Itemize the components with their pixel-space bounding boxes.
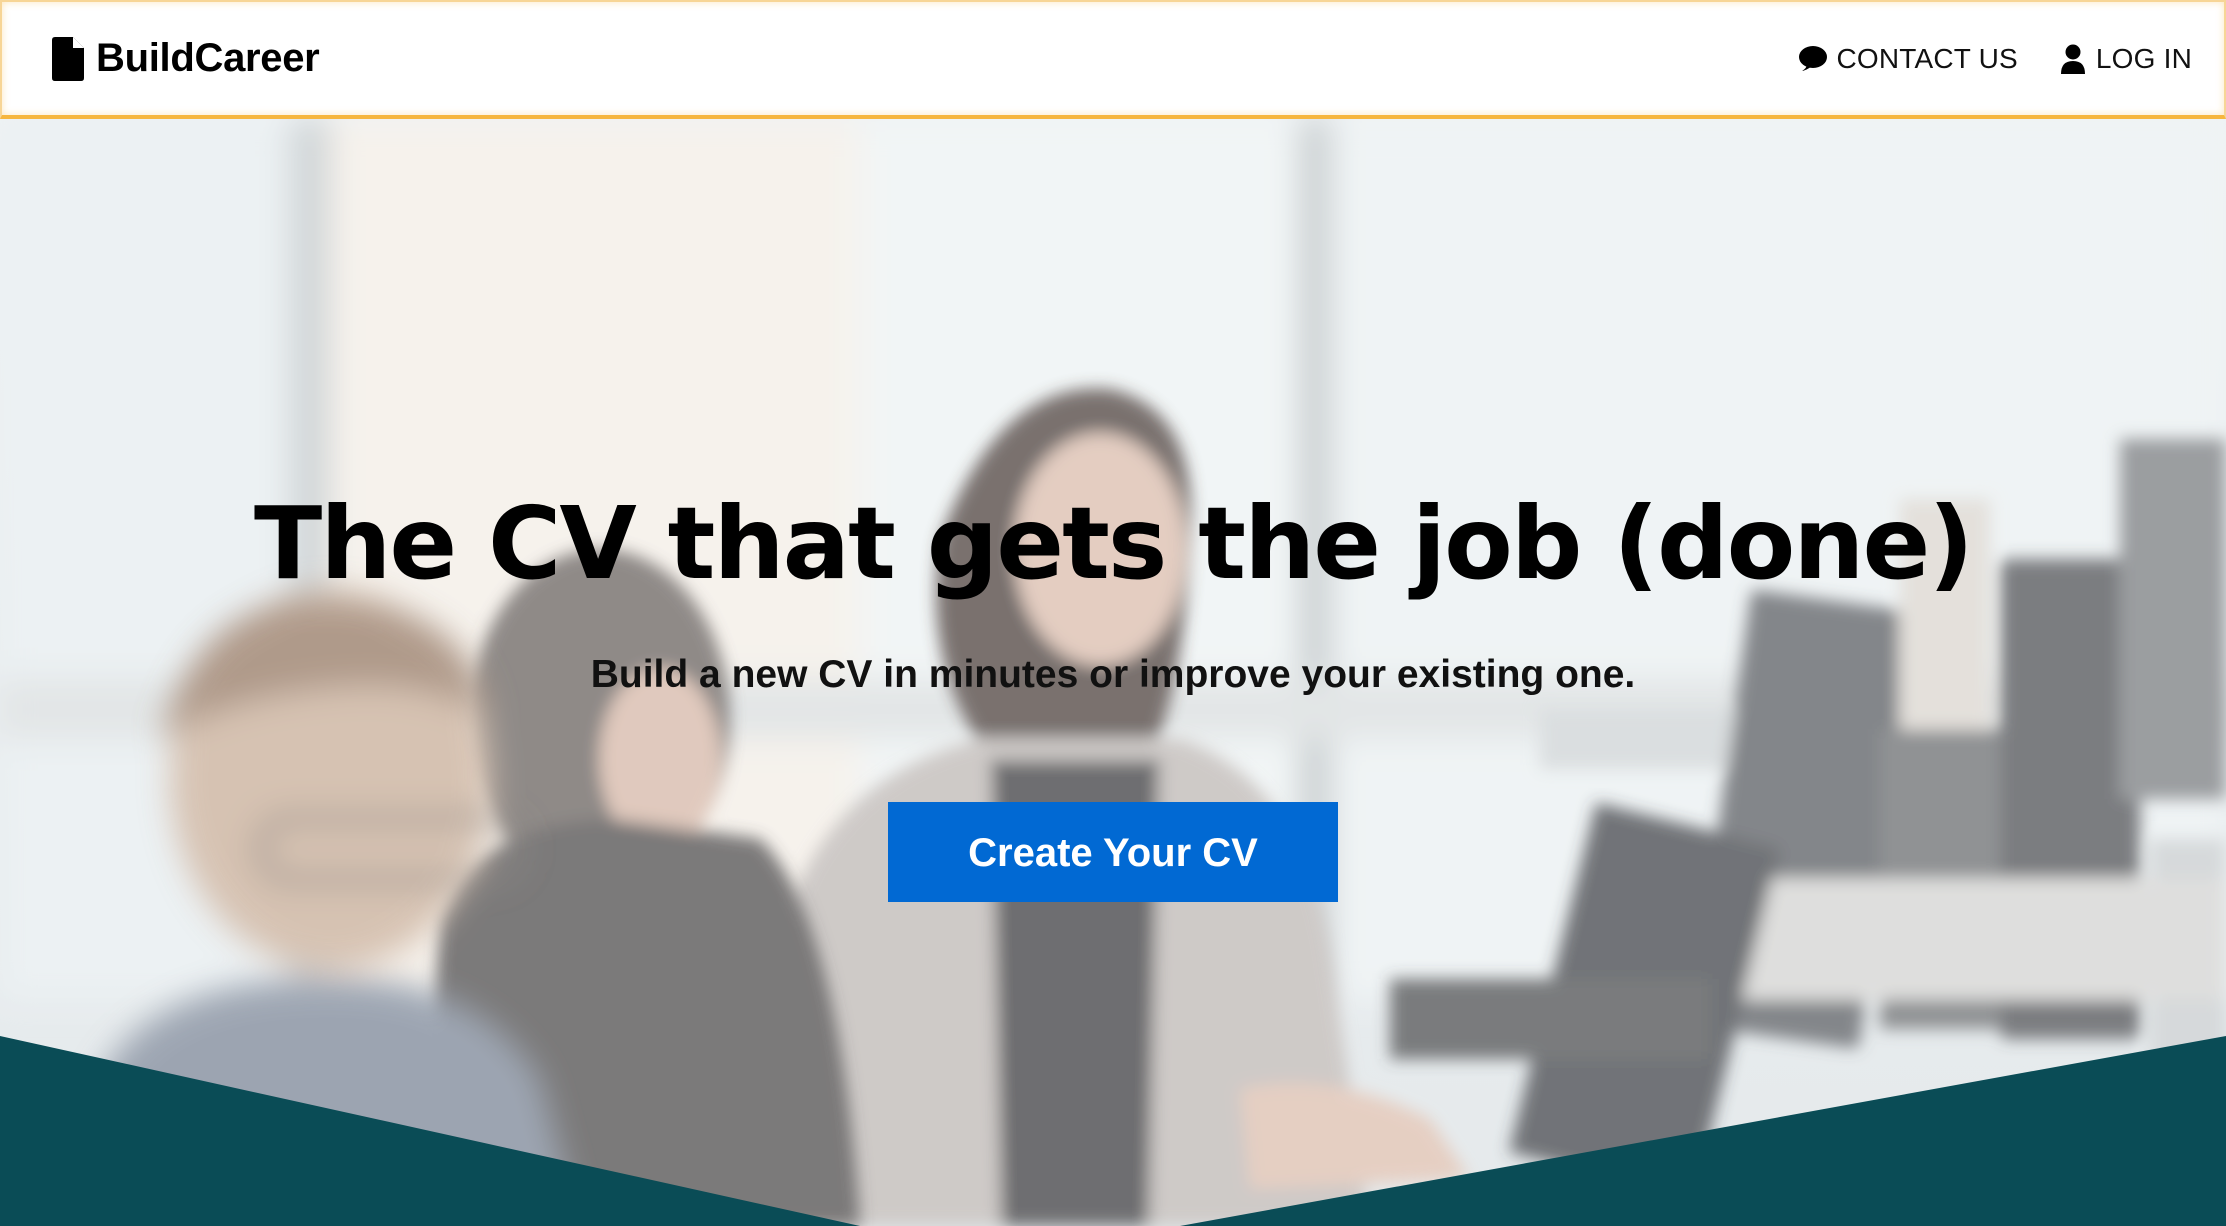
top-navbar: BuildCareer CONTACT US LOG IN	[0, 0, 2226, 119]
page: BuildCareer CONTACT US LOG IN The CV tha…	[0, 0, 2226, 1226]
contact-us-link[interactable]: CONTACT US	[1798, 42, 2018, 75]
user-icon	[2058, 44, 2088, 74]
log-in-link[interactable]: LOG IN	[2058, 43, 2192, 75]
hero-section: The CV that gets the job (done) Build a …	[0, 119, 2226, 1226]
hero-subtitle: Build a new CV in minutes or improve you…	[590, 653, 1636, 696]
document-icon	[52, 36, 84, 81]
brand-logo-link[interactable]: BuildCareer	[52, 36, 320, 81]
hero-bottom-wave	[0, 1036, 2226, 1226]
contact-us-label: CONTACT US	[1836, 42, 2018, 74]
create-cv-button[interactable]: Create Your CV	[888, 802, 1338, 902]
brand-name: BuildCareer	[96, 36, 320, 80]
log-in-label: LOG IN	[2095, 42, 2192, 74]
hero-title: The CV that gets the job (done)	[254, 485, 1974, 602]
nav-links: CONTACT US LOG IN	[1758, 43, 2192, 75]
hero-content: The CV that gets the job (done) Build a …	[0, 489, 2226, 902]
chat-bubble-icon	[1798, 44, 1828, 74]
